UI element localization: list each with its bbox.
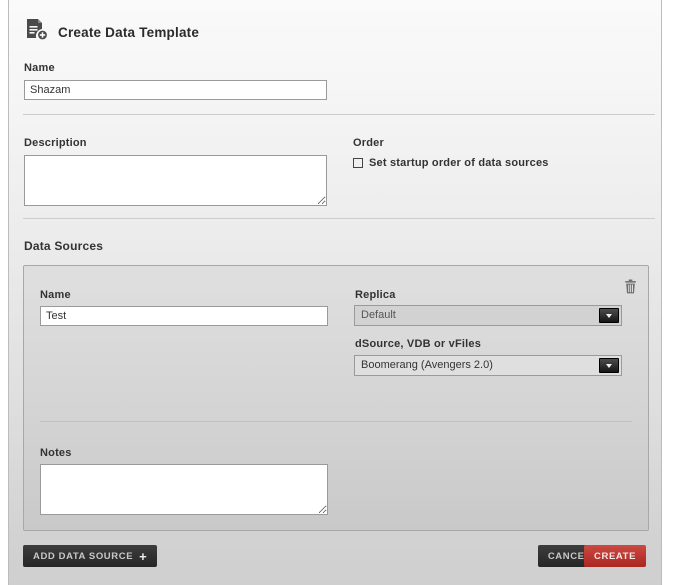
- order-label: Order: [353, 137, 384, 149]
- notes-textarea[interactable]: [40, 464, 328, 515]
- startup-order-checkbox-label: Set startup order of data sources: [369, 157, 549, 169]
- dsource-select[interactable]: Boomerang (Avengers 2.0): [354, 355, 622, 376]
- create-button-label: CREATE: [594, 551, 636, 562]
- document-add-icon: [25, 18, 50, 46]
- data-sources-heading: Data Sources: [24, 239, 103, 253]
- add-data-source-button[interactable]: ADD DATA SOURCE +: [23, 545, 157, 567]
- ds-name-input[interactable]: [40, 306, 328, 326]
- dsource-select-value: Boomerang (Avengers 2.0): [361, 359, 493, 371]
- name-input[interactable]: [24, 80, 327, 100]
- description-label: Description: [24, 137, 87, 149]
- create-button[interactable]: CREATE: [584, 545, 646, 567]
- description-textarea[interactable]: [24, 155, 327, 206]
- card-divider: [40, 421, 632, 422]
- notes-label: Notes: [40, 447, 72, 459]
- chevron-down-icon: [606, 314, 612, 318]
- startup-order-checkbox[interactable]: [353, 158, 363, 168]
- replica-dropdown-button[interactable]: [599, 308, 619, 323]
- section-divider: [23, 114, 655, 115]
- replica-label: Replica: [355, 289, 396, 301]
- data-source-card: Name Replica Default dSource, VDB or vFi…: [23, 265, 649, 531]
- name-label: Name: [24, 62, 55, 74]
- chevron-down-icon: [606, 364, 612, 368]
- add-data-source-label: ADD DATA SOURCE: [33, 551, 133, 562]
- dsource-dropdown-button[interactable]: [599, 358, 619, 373]
- plus-icon: +: [139, 550, 147, 563]
- dialog-header: Create Data Template: [25, 18, 199, 46]
- ds-name-label: Name: [40, 289, 71, 301]
- order-checkbox-row: Set startup order of data sources: [353, 157, 549, 169]
- dsource-label: dSource, VDB or vFiles: [355, 338, 481, 350]
- page-title: Create Data Template: [58, 25, 199, 40]
- trash-icon[interactable]: [624, 279, 637, 297]
- replica-select-value: Default: [361, 309, 396, 321]
- replica-select[interactable]: Default: [354, 305, 622, 326]
- section-divider: [23, 218, 655, 219]
- create-data-template-dialog: Create Data Template Name Description Or…: [8, 0, 662, 585]
